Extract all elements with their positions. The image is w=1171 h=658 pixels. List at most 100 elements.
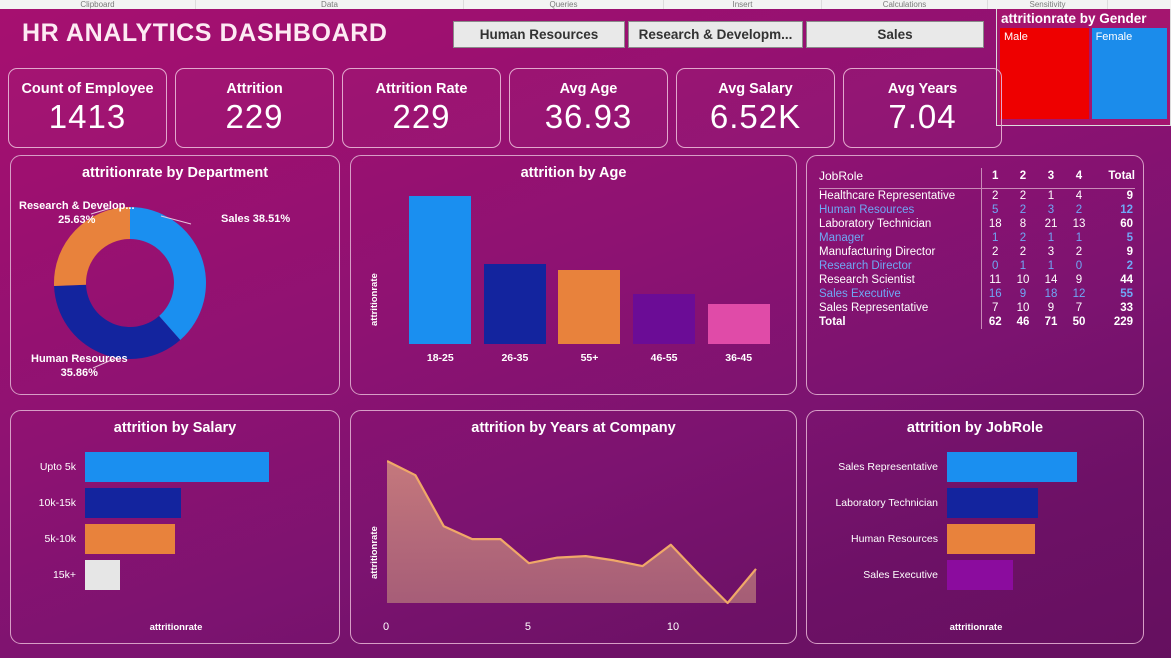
treemap-cell-female[interactable]: Female — [1091, 28, 1167, 119]
kpi-card-attrition[interactable]: Attrition 229 — [175, 68, 334, 148]
table-panel-jobrole-matrix[interactable]: JobRole 1 2 3 4 Total Healthcare Representativ… — [806, 155, 1144, 395]
cell-jobrole: Sales Representative — [819, 302, 929, 314]
ribbon-group-label: Data — [321, 0, 338, 9]
column-bar-26-35[interactable] — [483, 264, 546, 344]
cell-total: 5 — [1126, 232, 1133, 244]
hbar-sales-executive[interactable] — [947, 560, 1014, 590]
cell-value: 2 — [1019, 246, 1027, 258]
kpi-card-avg-years[interactable]: Avg Years 7.04 — [843, 68, 1002, 148]
table-row[interactable]: Manager 1 2 1 1 5 — [819, 231, 1135, 245]
donut-slice-sales[interactable] — [130, 207, 206, 341]
column-item: 46-55 — [633, 293, 696, 364]
cell-total: 60 — [1120, 218, 1133, 230]
ribbon-group-label: Queries — [549, 0, 578, 9]
chart-panel-attrition-by-years[interactable]: attrition by Years at Company attritionr… — [350, 410, 797, 644]
kpi-card-count-of-employee[interactable]: Count of Employee 1413 — [8, 68, 167, 148]
ribbon-group-label: Sensitivity — [1029, 0, 1066, 9]
column-bars-container: 18-25 26-35 55+ 46-55 36-45 — [403, 196, 776, 364]
cell-total: 55 — [1120, 288, 1133, 300]
kpi-value: 229 — [225, 97, 284, 135]
column-header-total[interactable]: Total — [1093, 168, 1135, 189]
column-header-2[interactable]: 2 — [1009, 168, 1037, 189]
hbar-category-label: Upto 5k — [39, 461, 76, 473]
column-item: 55+ — [558, 270, 621, 364]
kpi-value: 36.93 — [544, 97, 633, 135]
column-header-4[interactable]: 4 — [1065, 168, 1093, 189]
chart-panel-attrition-by-jobrole[interactable]: attrition by JobRole Sales Representativ… — [806, 410, 1144, 644]
cell-value: 71 — [1044, 316, 1058, 328]
hbar-category-label: 10k-15k — [38, 497, 76, 509]
chart-panel-attritionrate-by-department[interactable]: attritionrate by Department Research & D… — [10, 155, 340, 395]
gender-treemap-panel[interactable]: attritionrate by Gender Male Female — [996, 9, 1171, 126]
column-item: 18-25 — [409, 196, 472, 364]
table-row[interactable]: Healthcare Representative 2 2 1 4 9 — [819, 188, 1135, 203]
cell-jobrole: Healthcare Representative — [819, 190, 956, 202]
x-axis-tick-label: 10 — [666, 621, 680, 633]
treemap-cell-male[interactable]: Male — [1000, 28, 1089, 119]
hbar-10k-15k[interactable] — [85, 488, 181, 518]
hbar-category-label: Sales Executive — [863, 569, 938, 581]
hbar-sales-representative[interactable] — [947, 452, 1077, 482]
hbar-laboratory-technician[interactable] — [947, 488, 1038, 518]
cell-total: 9 — [1126, 190, 1133, 202]
cell-value: 5 — [980, 203, 1009, 217]
hbar-upto-5k[interactable] — [85, 452, 269, 482]
column-header-jobrole[interactable]: JobRole — [819, 168, 981, 189]
table-row[interactable]: Human Resources 5 2 3 2 12 — [819, 203, 1135, 217]
cell-value: 12 — [1072, 288, 1086, 300]
column-bar-55-[interactable] — [558, 270, 621, 344]
department-slicer: Human Resources Research & Developm... S… — [453, 21, 984, 48]
cell-value: 11 — [980, 273, 1009, 287]
table-row[interactable]: Sales Representative 7 10 9 7 33 — [819, 301, 1135, 315]
kpi-card-attrition-rate[interactable]: Attrition Rate 229 — [342, 68, 501, 148]
table-row[interactable]: Laboratory Technician 18 8 21 13 60 — [819, 217, 1135, 231]
kpi-card-avg-salary[interactable]: Avg Salary 6.52K — [676, 68, 835, 148]
page-title: HR ANALYTICS DASHBOARD — [22, 19, 388, 47]
cell-value: 2 — [1075, 204, 1083, 216]
cell-value: 46 — [1016, 316, 1030, 328]
cell-value: 10 — [1016, 274, 1030, 286]
kpi-label: Attrition — [226, 80, 283, 97]
chart-panel-attrition-by-salary[interactable]: attrition by Salary Upto 5k 10k-15k 5k-10k… — [10, 410, 340, 644]
chart-title: attrition by JobRole — [906, 420, 1044, 436]
column-header-3[interactable]: 3 — [1037, 168, 1065, 189]
table-total-row[interactable]: Total 62 46 71 50 229 — [819, 315, 1135, 329]
area-fill — [387, 461, 756, 603]
cell-value: 7 — [1075, 302, 1083, 314]
cell-jobrole: Manager — [819, 232, 865, 244]
cell-value: 16 — [980, 287, 1009, 301]
table-row[interactable]: Manufacturing Director 2 2 3 2 9 — [819, 245, 1135, 259]
hbar-15k-[interactable] — [85, 560, 120, 590]
column-bar-36-45[interactable] — [707, 304, 770, 344]
matrix-table[interactable]: JobRole 1 2 3 4 Total Healthcare Representativ… — [819, 168, 1135, 329]
column-category-label: 36-45 — [725, 352, 753, 364]
treemap-cell-label: Female — [1095, 31, 1133, 43]
slicer-button-human-resources[interactable]: Human Resources — [453, 21, 625, 48]
chart-panel-attrition-by-age[interactable]: attrition by Age attritionrate 18-25 26-3… — [350, 155, 797, 395]
hbar-human-resources[interactable] — [947, 524, 1036, 554]
hbar-container-salary: Upto 5k 10k-15k 5k-10k 15k+ — [11, 449, 341, 593]
table-row[interactable]: Sales Executive 16 9 18 12 55 — [819, 287, 1135, 301]
slicer-button-research-development[interactable]: Research & Developm... — [628, 21, 803, 48]
cell-jobrole: Sales Executive — [819, 288, 901, 300]
donut-slice-human-resources[interactable] — [54, 284, 181, 359]
table-row[interactable]: Research Director 0 1 1 0 2 — [819, 259, 1135, 273]
column-header-1[interactable]: 1 — [980, 168, 1009, 189]
cell-value: 8 — [1019, 218, 1027, 230]
column-bar-18-25[interactable] — [409, 196, 472, 344]
cell-value: 2 — [980, 188, 1009, 203]
hbar-category-label: Laboratory Technician — [835, 497, 938, 509]
kpi-card-avg-age[interactable]: Avg Age 36.93 — [509, 68, 668, 148]
kpi-value: 229 — [392, 97, 451, 135]
cell-value: 1 — [1047, 190, 1055, 202]
table-row[interactable]: Research Scientist 11 10 14 9 44 — [819, 273, 1135, 287]
area-chart-years[interactable]: 0 5 10 — [383, 447, 784, 637]
donut-label-human-resources: Human Resources 35.86% — [31, 353, 128, 379]
column-bar-46-55[interactable] — [633, 293, 696, 344]
x-axis-tick-label: 0 — [383, 621, 390, 633]
kpi-label: Avg Age — [559, 80, 618, 97]
hbar-5k-10k[interactable] — [85, 524, 176, 554]
cell-value: 9 — [1047, 302, 1055, 314]
slicer-button-sales[interactable]: Sales — [806, 21, 984, 48]
ribbon-group-label: Insert — [732, 0, 753, 9]
